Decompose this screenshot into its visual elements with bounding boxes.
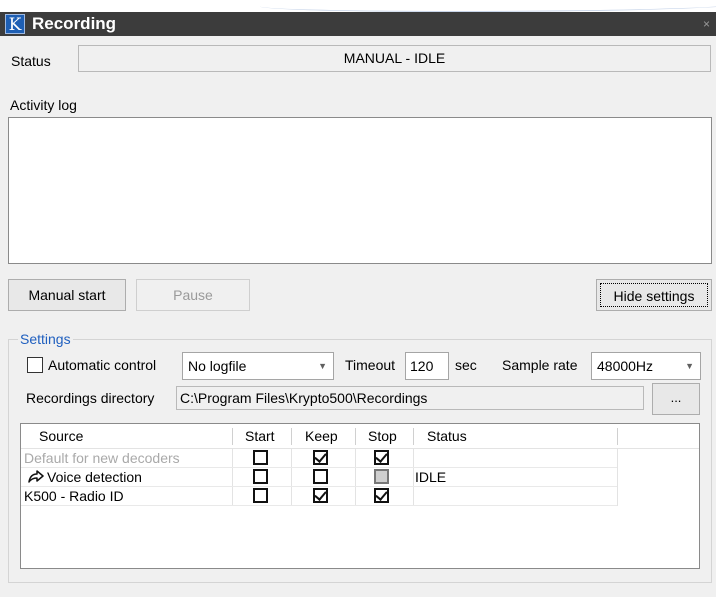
keep-checkbox[interactable] bbox=[313, 488, 328, 503]
status-label: Status bbox=[11, 53, 51, 69]
column-separator[interactable] bbox=[291, 428, 292, 445]
close-icon[interactable]: × bbox=[703, 16, 710, 32]
column-separator[interactable] bbox=[413, 428, 414, 445]
app-k-icon: K bbox=[5, 14, 25, 35]
recordings-directory-field[interactable]: C:\Program Files\Krypto500\Recordings bbox=[176, 386, 644, 410]
start-checkbox[interactable] bbox=[253, 450, 268, 465]
activity-log-label: Activity log bbox=[10, 97, 77, 113]
row-divider bbox=[21, 467, 617, 468]
hide-settings-button[interactable]: Hide settings bbox=[596, 279, 712, 311]
title-bar[interactable]: K Recording × bbox=[0, 12, 716, 36]
grid-line bbox=[291, 449, 292, 506]
header-divider bbox=[21, 448, 699, 449]
stop-checkbox[interactable] bbox=[374, 450, 389, 465]
sample-rate-dropdown[interactable]: 48000Hz ▼ bbox=[591, 352, 701, 380]
stop-checkbox[interactable] bbox=[374, 469, 389, 484]
desktop-swoosh bbox=[260, 0, 716, 12]
grid-line bbox=[232, 449, 233, 506]
source-cell[interactable]: Default for new decoders bbox=[24, 450, 180, 466]
share-arrow-icon bbox=[28, 469, 44, 486]
row-divider bbox=[21, 486, 617, 487]
desktop-background bbox=[0, 0, 716, 12]
column-separator[interactable] bbox=[232, 428, 233, 445]
column-header-stop[interactable]: Stop bbox=[368, 424, 397, 448]
logfile-value: No logfile bbox=[188, 358, 247, 374]
timeout-input[interactable]: 120 bbox=[405, 352, 449, 380]
grid-line bbox=[413, 449, 414, 506]
window-title: Recording bbox=[32, 14, 117, 33]
hide-settings-label: Hide settings bbox=[600, 283, 708, 307]
sample-rate-value: 48000Hz bbox=[597, 358, 654, 374]
chevron-down-icon: ▼ bbox=[318, 361, 327, 371]
browse-button[interactable]: ... bbox=[652, 383, 700, 415]
column-separator[interactable] bbox=[617, 428, 618, 445]
grid-line bbox=[617, 449, 618, 506]
source-cell[interactable]: K500 - Radio ID bbox=[24, 488, 124, 504]
column-header-keep[interactable]: Keep bbox=[305, 424, 338, 448]
keep-checkbox[interactable] bbox=[313, 469, 328, 484]
recording-sources-table[interactable]: Source Start Keep Stop Status Default fo… bbox=[20, 423, 700, 569]
automatic-control-checkbox[interactable] bbox=[27, 357, 43, 373]
sample-rate-label: Sample rate bbox=[502, 357, 578, 373]
timeout-unit-label: sec bbox=[455, 357, 477, 373]
column-header-status[interactable]: Status bbox=[427, 424, 467, 448]
start-checkbox[interactable] bbox=[253, 488, 268, 503]
status-cell: IDLE bbox=[415, 469, 447, 485]
pause-button[interactable]: Pause bbox=[136, 279, 250, 311]
chevron-down-icon: ▼ bbox=[685, 361, 694, 371]
source-cell[interactable]: Voice detection bbox=[47, 469, 142, 485]
column-header-start[interactable]: Start bbox=[245, 424, 275, 448]
column-header-source[interactable]: Source bbox=[39, 424, 83, 448]
row-divider bbox=[21, 505, 617, 506]
keep-checkbox[interactable] bbox=[313, 450, 328, 465]
column-separator[interactable] bbox=[355, 428, 356, 445]
start-checkbox[interactable] bbox=[253, 469, 268, 484]
status-display: MANUAL - IDLE bbox=[78, 45, 711, 72]
settings-legend: Settings bbox=[18, 330, 73, 348]
manual-start-button[interactable]: Manual start bbox=[8, 279, 126, 311]
grid-line bbox=[355, 449, 356, 506]
recordings-directory-label: Recordings directory bbox=[26, 390, 155, 406]
stop-checkbox[interactable] bbox=[374, 488, 389, 503]
automatic-control-label[interactable]: Automatic control bbox=[48, 356, 156, 374]
activity-log-box[interactable] bbox=[8, 117, 712, 264]
timeout-label: Timeout bbox=[345, 357, 396, 373]
logfile-dropdown[interactable]: No logfile ▼ bbox=[182, 352, 334, 380]
